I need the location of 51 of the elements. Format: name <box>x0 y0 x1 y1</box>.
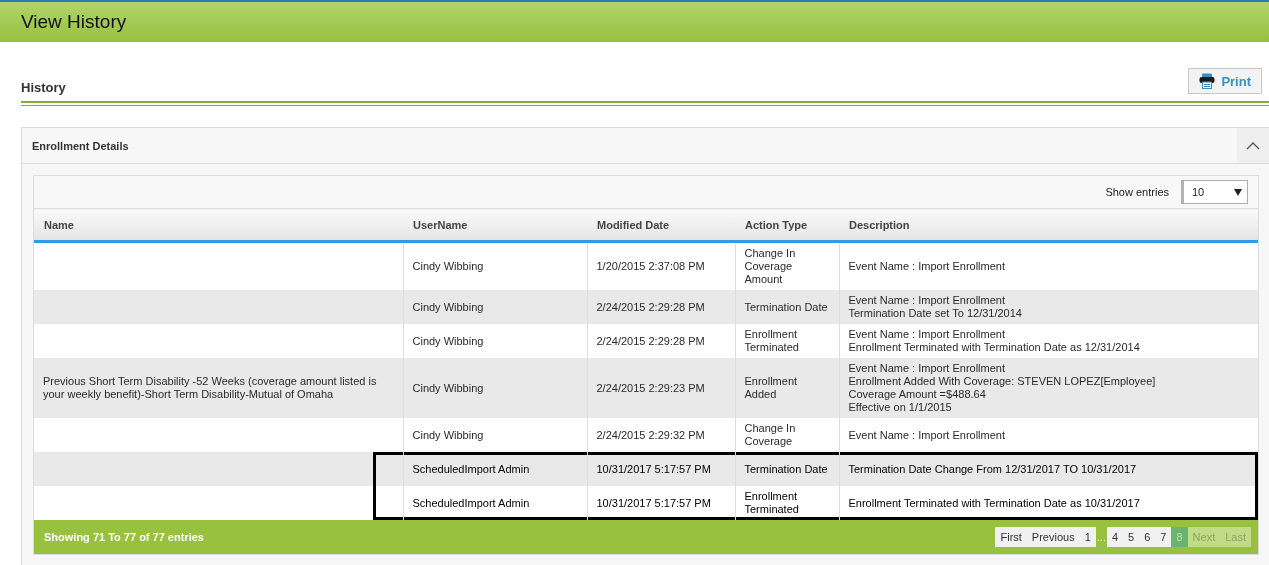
table-cell: 2/24/2015 2:29:28 PM <box>596 334 705 347</box>
table-cell: 2/24/2015 2:29:28 PM <box>596 300 705 313</box>
table-cell: Previous Short Term Disability -52 Weeks (coverage amount listed is your weekly benefit)-Short Term Disability-Mutual of Omaha <box>43 375 377 400</box>
table-cell: Event Name : Import Enrollment Termination Date set To 12/31/2014 <box>848 294 1022 319</box>
table-cell: 10/31/2017 5:17:57 PM <box>596 496 711 509</box>
table-cell: Cindy Wibbing <box>412 300 484 313</box>
table-cell: Cindy Wibbing <box>412 260 484 272</box>
column-header[interactable]: Modified Date <box>587 208 735 242</box>
printer-icon <box>1199 73 1216 89</box>
table-cell: 2/24/2015 2:29:23 PM <box>596 381 705 394</box>
table-cell: Cindy Wibbing <box>412 428 484 441</box>
table-cell: Change In Coverage <box>744 422 796 447</box>
table-cell: Cindy Wibbing <box>412 334 484 347</box>
table-cell: Enrollment Added <box>744 375 798 400</box>
table-cell: 10/31/2017 5:17:57 PM <box>596 462 711 475</box>
table-cell: Event Name : Import Enrollment Enrollment Terminated with Termination Date as 12/31/2014 <box>848 328 1140 353</box>
section-title: History <box>21 80 66 95</box>
collapse-button[interactable] <box>1237 128 1269 163</box>
table-cell: Change In Coverage Amount <box>744 247 796 285</box>
entries-dropdown[interactable]: 10 <box>1181 180 1248 204</box>
page-button[interactable]: 6 <box>1139 527 1156 547</box>
table-cell: Enrollment Terminated <box>744 490 799 515</box>
page-button[interactable]: 5 <box>1123 527 1140 547</box>
panel-title: Enrollment Details <box>31 139 129 152</box>
column-header[interactable]: UserName <box>403 208 587 242</box>
chevron-up-icon <box>1246 141 1260 150</box>
page-title: View History <box>21 11 127 33</box>
dropdown-caret-icon <box>1234 188 1242 196</box>
table-cell: ScheduledImport Admin <box>412 496 530 509</box>
table-cell: Enrollment Terminated with Termination Date as 10/31/2017 <box>848 496 1140 509</box>
table-cell: Event Name : Import Enrollment <box>848 260 1005 272</box>
table-cell: Cindy Wibbing <box>412 381 484 394</box>
column-header[interactable]: Description <box>839 208 1258 242</box>
table-cell: 2/24/2015 2:29:32 PM <box>596 428 705 441</box>
table-cell: ScheduledImport Admin <box>412 462 530 475</box>
ellipsis: ... <box>1095 531 1107 543</box>
table-cell: Enrollment Terminated <box>744 328 799 353</box>
table-cell: Event Name : Import Enrollment Enrollment Added With Coverage: STEVEN LOPEZ[Employee] Coverage Amount =$488.64 Effective on 1/1/2015 <box>848 362 1156 413</box>
column-header[interactable]: Name <box>34 208 403 242</box>
page-button[interactable]: 4 <box>1106 527 1124 547</box>
show-entries-label: Show entries <box>1105 186 1169 198</box>
column-header[interactable]: Action Type <box>735 208 839 242</box>
entries-info: Showing 71 To 77 of 77 entries <box>44 531 204 543</box>
table-cell: Termination Date <box>744 300 828 313</box>
table-cell: 1/20/2015 2:37:08 PM <box>596 260 705 272</box>
page-button[interactable]: First <box>995 527 1027 547</box>
table-cell: Termination Date Change From 12/31/2017 TO 10/31/2017 <box>848 462 1137 475</box>
page-button[interactable]: Previous <box>1026 527 1080 547</box>
table-cell: Event Name : Import Enrollment <box>848 428 1005 441</box>
table-cell: Termination Date <box>744 462 828 475</box>
page-button[interactable]: 7 <box>1155 527 1172 547</box>
